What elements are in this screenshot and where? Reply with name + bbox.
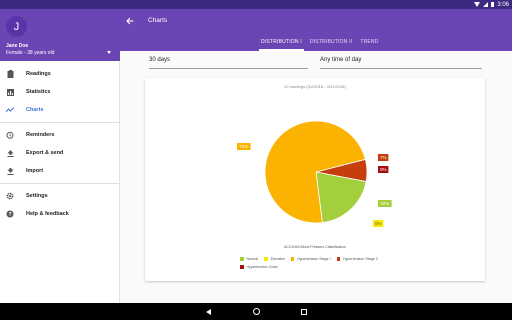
legend-label: Hypertension Stage I — [297, 257, 331, 261]
avatar[interactable]: J — [6, 16, 27, 37]
pie-label-hypertension-crisis: 0% — [378, 166, 389, 173]
legend-swatch — [264, 257, 268, 261]
pie-label-hypertension-stage-2: 7% — [378, 154, 389, 161]
nav-item-charts[interactable]: Charts — [0, 101, 119, 119]
system-recents-button[interactable] — [298, 303, 310, 320]
status-time: 3:06 — [497, 1, 509, 8]
svg-text:?: ? — [8, 212, 11, 218]
back-triangle-icon — [205, 308, 211, 315]
tab-trend[interactable]: TREND — [356, 39, 382, 51]
pie-chart: 7% 0% 20% 0% 73% — [237, 120, 392, 227]
tab-distribution-2[interactable]: DISTRIBUTION II — [306, 39, 356, 51]
drawer-header: J Jane Doe Female - 38 years old — [0, 9, 120, 61]
system-back-button[interactable] — [202, 303, 214, 320]
account-dropdown-icon[interactable] — [107, 51, 111, 54]
legend-title: ACC/AHA Blood Pressure Classification — [284, 245, 346, 249]
pie-label-elevated: 0% — [373, 220, 384, 227]
back-arrow-icon[interactable] — [126, 17, 134, 27]
upload-icon — [6, 149, 14, 157]
range-dropdown[interactable]: 30 days — [149, 57, 308, 69]
navigation-drawer: J Jane Doe Female - 38 years old Reading… — [0, 9, 120, 303]
chart-card: 20 readings (3/2/2018 - 3/31/2018) 7% 0% 2… — [145, 78, 485, 281]
legend-label: Normal — [246, 257, 259, 261]
legend-item: Hypertension Stage I — [290, 255, 331, 263]
legend-row: Normal Elevated Hypertension Stage I Hypert… — [240, 255, 410, 271]
drawer-divider — [0, 183, 119, 184]
chart-legend: Normal Elevated Hypertension Stage I Hypert… — [240, 255, 410, 271]
nav-item-import[interactable]: Import — [0, 162, 119, 180]
nav-item-settings[interactable]: Settings — [0, 187, 119, 205]
system-home-button[interactable] — [250, 303, 262, 320]
pie-label-hypertension-stage-i: 73% — [237, 143, 251, 150]
page-title: Charts — [148, 17, 168, 24]
nav-item-reminders[interactable]: Reminders — [0, 126, 119, 144]
legend-label: Hypertension Crisis — [246, 265, 278, 269]
nav-item-export[interactable]: Export & send — [0, 144, 119, 162]
legend-swatch — [240, 265, 244, 269]
nav-label-settings: Settings — [26, 193, 48, 199]
legend-item: Hypertension Crisis — [240, 263, 278, 271]
wifi-icon — [474, 2, 481, 7]
download-icon — [6, 167, 14, 175]
signal-icon — [483, 2, 489, 7]
recents-square-icon — [301, 308, 307, 315]
time-of-day-dropdown[interactable]: Any time of day — [320, 57, 482, 69]
legend-swatch — [290, 257, 295, 261]
gear-icon — [6, 192, 14, 200]
user-details: Female - 38 years old — [6, 50, 55, 56]
alarm-icon — [6, 131, 14, 139]
nav-label-charts: Charts — [26, 107, 44, 113]
legend-label: Hypertension Stage 2 — [343, 257, 378, 261]
tab-distribution-1[interactable]: DISTRIBUTION I — [257, 39, 306, 51]
drawer-menu: Readings Statistics Charts Reminders Exp… — [0, 61, 119, 223]
nav-label-help: Help & feedback — [26, 211, 69, 217]
svg-text:20%: 20% — [380, 201, 389, 206]
legend-item: Hypertension Stage 2 — [336, 255, 378, 263]
status-icons: 3:06 — [474, 0, 509, 9]
svg-text:7%: 7% — [380, 155, 387, 160]
nav-label-statistics: Statistics — [26, 89, 51, 95]
legend-label: Elevated — [270, 257, 285, 261]
chart-tabs: DISTRIBUTION I DISTRIBUTION II TREND — [257, 39, 383, 51]
clipboard-icon — [6, 70, 14, 78]
nav-label-import: Import — [26, 168, 44, 174]
nav-label-export: Export & send — [26, 150, 64, 156]
user-name: Jane Doe — [6, 43, 29, 49]
help-icon: ? — [6, 210, 14, 218]
legend-swatch — [240, 257, 244, 261]
svg-text:0%: 0% — [380, 167, 387, 172]
drawer-divider — [0, 122, 119, 123]
nav-item-help[interactable]: ? Help & feedback — [0, 205, 119, 223]
home-circle-icon — [252, 308, 260, 315]
system-navigation-bar — [0, 303, 512, 320]
legend-item: Elevated — [264, 255, 285, 263]
nav-label-readings: Readings — [26, 71, 51, 77]
battery-icon — [491, 2, 495, 7]
nav-item-readings[interactable]: Readings — [0, 65, 119, 83]
nav-label-reminders: Reminders — [26, 132, 55, 138]
svg-text:0%: 0% — [375, 221, 382, 226]
pie-label-normal: 20% — [378, 200, 392, 207]
nav-item-statistics[interactable]: Statistics — [0, 83, 119, 101]
svg-text:73%: 73% — [239, 144, 248, 149]
chart-line-icon — [6, 106, 14, 114]
statistics-icon — [6, 88, 14, 96]
app-bar: Charts DISTRIBUTION I DISTRIBUTION II TR… — [120, 9, 512, 51]
legend-swatch — [336, 257, 341, 261]
status-bar: 3:06 — [0, 0, 512, 9]
legend-item: Normal — [240, 255, 258, 263]
